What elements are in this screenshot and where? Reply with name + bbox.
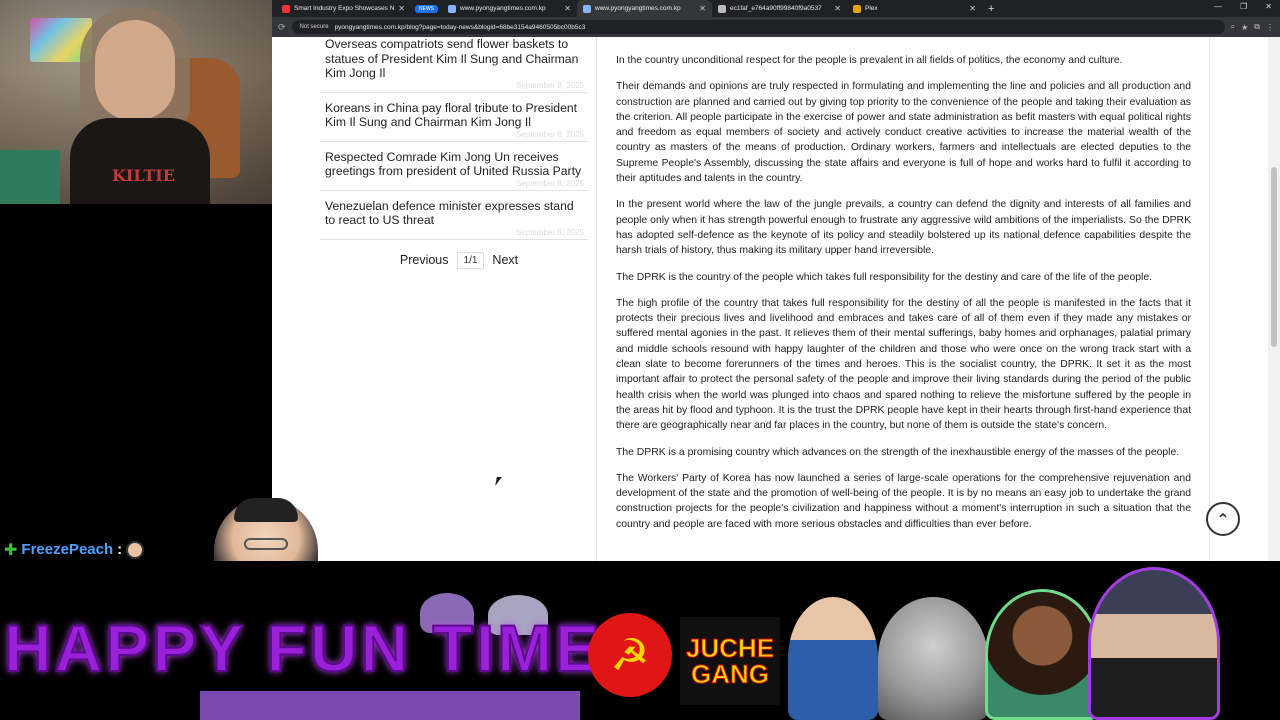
url-text[interactable]: pyongyangtimes.com.kp/blog?page=today-ne…: [335, 24, 586, 31]
party-emblem-icon: ☭: [588, 613, 672, 697]
close-icon[interactable]: ✕: [564, 4, 571, 13]
portrait-hair: [234, 498, 298, 522]
article-paragraph: Their demands and opinions are truly res…: [616, 81, 1191, 185]
banner-figure: [788, 597, 878, 720]
security-label[interactable]: Not secure: [300, 24, 329, 30]
news-title[interactable]: Koreans in China pay floral tribute to P…: [325, 101, 584, 130]
tab-2[interactable]: www.pyongyangtimes.com.kp ✕: [442, 0, 577, 17]
banner-figure: [1088, 567, 1220, 720]
article-paragraph: The high profile of the country that tak…: [616, 297, 1191, 432]
shirt-logo: KILTIE: [112, 166, 175, 185]
page-indicator: 1/1: [456, 251, 485, 269]
news-date: September 8, 2025: [515, 227, 584, 237]
content-border: [1209, 37, 1210, 561]
banner-title: HAPPY FUN TIME?: [3, 611, 646, 685]
portrait-glasses: [244, 538, 288, 550]
article-paragraph: In the present world where the law of th…: [616, 199, 1191, 257]
tab-title: www.pyongyangtimes.com.kp: [460, 5, 546, 12]
restore-icon[interactable]: ❐: [1240, 2, 1247, 11]
news-date: September 8, 2025: [515, 178, 584, 188]
cat-figure: [878, 597, 988, 720]
tab-group-badge[interactable]: NEWS: [415, 4, 438, 13]
article-paragraph: The Workers' Party of Korea has now laun…: [616, 472, 1191, 530]
chevron-up-icon: ⌃: [1216, 509, 1230, 529]
pagination: Previous 1/1 Next: [320, 251, 588, 269]
new-tab-icon[interactable]: +: [988, 3, 994, 15]
chat-message: ✚ FreezePeach :: [4, 540, 145, 559]
article-paragraph: The DPRK is the country of the people wh…: [616, 271, 1152, 283]
close-icon[interactable]: ✕: [699, 4, 706, 13]
tab-title: ec1faf_e764a90ff99840f9a0537: [730, 5, 822, 12]
tab-5[interactable]: Plex ✕: [847, 0, 982, 17]
web-page: Overseas compatriots send flower baskets…: [272, 37, 1280, 561]
extensions-icon[interactable]: ⧉: [1254, 22, 1260, 32]
tab-title: Plex: [865, 5, 878, 12]
chat-separator: :: [117, 541, 123, 558]
article-paragraph: In the country unconditional respect for…: [616, 55, 1123, 66]
streamer-shirt: [70, 118, 210, 204]
chat-username: FreezePeach: [21, 541, 114, 558]
news-date: September 8, 2025: [515, 80, 584, 90]
scrollbar-thumb[interactable]: [1271, 167, 1277, 347]
zoom-icon[interactable]: ⌕: [1231, 22, 1235, 32]
banner-figure: [985, 589, 1100, 720]
news-title[interactable]: Respected Comrade Kim Jong Un receives g…: [325, 150, 584, 179]
menu-icon[interactable]: ⋮: [1266, 23, 1274, 32]
emote-icon: [126, 540, 145, 559]
article-paragraph: The DPRK is a promising country which ad…: [616, 446, 1180, 458]
plex-icon: [853, 4, 861, 13]
juche-text: JUCHE: [685, 633, 775, 663]
address-bar[interactable]: Not secure pyongyangtimes.com.kp/blog?pa…: [291, 20, 1225, 34]
page-scrollbar[interactable]: [1268, 37, 1280, 561]
close-icon[interactable]: ✕: [969, 4, 976, 13]
webcam-feed: KILTIE: [0, 0, 272, 204]
tab-3[interactable]: www.pyongyangtimes.com.kp ✕: [577, 0, 712, 17]
list-item[interactable]: Koreans in China pay floral tribute to P…: [320, 93, 588, 142]
close-icon[interactable]: ✕: [398, 4, 405, 13]
screen: KILTIE Smart Industry Expo Showcases N ✕…: [0, 0, 1280, 720]
minimize-icon[interactable]: —: [1214, 2, 1222, 11]
news-date: September 8, 2025: [515, 129, 584, 139]
column-divider: [596, 37, 597, 561]
shelf: [0, 150, 60, 204]
browser-window: Smart Industry Expo Showcases N ✕ NEWS w…: [272, 0, 1280, 561]
reload-icon[interactable]: ⟳: [278, 22, 286, 33]
tab-title: www.pyongyangtimes.com.kp: [595, 5, 681, 12]
previous-button[interactable]: Previous: [400, 253, 449, 267]
mouse-cursor-icon: [495, 477, 502, 486]
globe-icon: [448, 4, 456, 13]
close-window-icon[interactable]: ✕: [1265, 2, 1272, 11]
youtube-icon: [282, 4, 290, 13]
window-controls: — ❐ ✕: [1214, 2, 1272, 11]
plus-icon: ✚: [4, 540, 18, 559]
address-bar-row: ⟳ Not secure pyongyangtimes.com.kp/blog?…: [272, 17, 1280, 37]
list-item[interactable]: Respected Comrade Kim Jong Un receives g…: [320, 142, 588, 191]
close-icon[interactable]: ✕: [834, 4, 841, 13]
tab-1[interactable]: Smart Industry Expo Showcases N ✕: [276, 0, 411, 17]
tab-4[interactable]: ec1faf_e764a90ff99840f9a0537 ✕: [712, 0, 847, 17]
globe-icon: [583, 4, 591, 13]
scroll-to-top-button[interactable]: ⌃: [1206, 502, 1240, 536]
juche-gang-logo: JUCHE GANG: [680, 617, 780, 705]
banner-figures-strip: [200, 691, 580, 720]
tab-bar: Smart Industry Expo Showcases N ✕ NEWS w…: [272, 0, 1280, 17]
streamer-face: [95, 20, 175, 120]
news-title[interactable]: Venezuelan defence minister expresses st…: [325, 199, 584, 228]
list-item[interactable]: Venezuelan defence minister expresses st…: [320, 191, 588, 240]
article-body: In the country unconditional respect for…: [616, 53, 1191, 543]
next-button[interactable]: Next: [492, 253, 518, 267]
stream-banner: HAPPY FUN TIME? ☭ JUCHE GANG: [0, 561, 1280, 720]
tab-title: Smart Industry Expo Showcases N: [294, 5, 395, 12]
bookmark-star-icon[interactable]: ★: [1241, 23, 1248, 32]
news-sidebar: Overseas compatriots send flower baskets…: [320, 37, 588, 269]
list-item[interactable]: Overseas compatriots send flower baskets…: [320, 37, 588, 93]
doc-icon: [718, 4, 726, 13]
gang-text: GANG: [691, 659, 770, 689]
news-title[interactable]: Overseas compatriots send flower baskets…: [325, 37, 584, 81]
